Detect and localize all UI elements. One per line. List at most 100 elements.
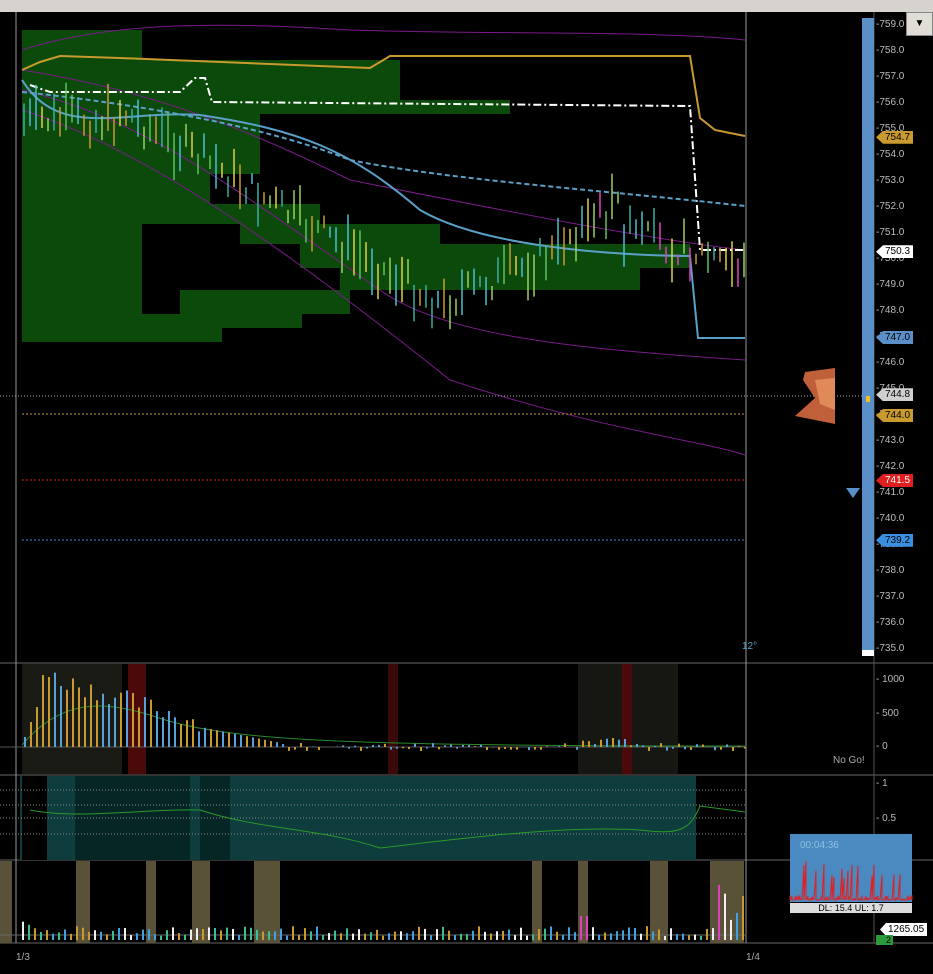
oscillator-bar	[36, 707, 38, 747]
oscillator-bar	[720, 747, 722, 750]
oscillator-bar	[378, 744, 380, 747]
oscillator-bar	[240, 735, 242, 747]
price-marker: 750.3	[876, 245, 914, 259]
volume-bar	[334, 930, 336, 940]
oscillator-bar	[468, 745, 470, 747]
oscillator-bar	[150, 699, 152, 747]
oscillator-bar	[462, 744, 464, 747]
volume-bar	[166, 930, 168, 940]
oscillator-bar	[162, 717, 164, 747]
oscillator-tick: - 500	[876, 708, 899, 719]
oscillator-bar	[390, 747, 392, 750]
volume-bar	[652, 931, 654, 940]
oscillator-bar	[678, 743, 680, 747]
volume-bar	[208, 927, 210, 940]
oscillator-bar	[528, 747, 530, 751]
volume-bar	[640, 933, 642, 940]
oscillator-bar	[600, 739, 602, 747]
volume-bar	[484, 931, 486, 940]
volume-bar	[598, 934, 600, 940]
volume-bar	[538, 929, 540, 940]
oscillator-bar	[420, 747, 422, 751]
oscillator-bar	[276, 742, 278, 747]
oscillator-bar	[354, 745, 356, 747]
oscillator-bar	[168, 710, 170, 747]
volume-bar	[496, 931, 498, 940]
oscillator-bar	[174, 717, 176, 747]
oscillator-bar	[498, 747, 500, 750]
price-tick: -759.0	[876, 19, 905, 30]
oscillator-bar	[414, 743, 416, 747]
oscillator-bar	[504, 747, 506, 749]
price-tick: -749.0	[876, 279, 905, 290]
volume-bar	[394, 931, 396, 940]
oscillator-bar	[456, 747, 458, 749]
volume-bar	[556, 931, 558, 940]
volume-bar	[268, 931, 270, 940]
volume-bar	[580, 916, 582, 940]
volume-bar	[670, 928, 672, 940]
volume-bar	[22, 921, 24, 940]
oscillator-tick: - 0	[876, 741, 888, 752]
oscillator-bar	[642, 745, 644, 747]
volume-bar	[304, 928, 306, 940]
volume-bar	[190, 929, 192, 940]
volume-bar	[634, 927, 636, 940]
oscillator-bar	[384, 743, 386, 747]
volume-bar	[616, 931, 618, 940]
price-tick: -738.0	[876, 565, 905, 576]
volume-bar	[532, 934, 534, 940]
oscillator-bar	[294, 747, 296, 750]
volume-bar	[574, 932, 576, 940]
chart-canvas[interactable]	[0, 0, 933, 974]
scroll-down-icon[interactable]	[846, 488, 860, 498]
oscillator-bar	[54, 672, 56, 747]
oscillator-bar	[270, 741, 272, 747]
price-scrollbar[interactable]	[862, 18, 874, 656]
volume-bar	[676, 934, 678, 940]
oscillator-bar	[84, 697, 86, 747]
oscillator-bar	[156, 711, 158, 747]
volume-bar	[34, 928, 36, 940]
oscillator-bar	[126, 690, 128, 747]
volume-bar	[52, 933, 54, 940]
volume-bar	[646, 926, 648, 940]
volume-bar	[700, 935, 702, 940]
volume-bar	[328, 933, 330, 940]
volume-bar	[250, 927, 252, 940]
oscillator-bar	[474, 746, 476, 747]
oscillator-bar	[660, 743, 662, 747]
volume-bar	[376, 929, 378, 940]
elapsed-timer: 00:04:36	[800, 840, 839, 851]
oscillator-bar	[24, 737, 26, 747]
volume-bar	[586, 916, 588, 940]
volume-bar	[712, 928, 714, 940]
volume-bar	[526, 935, 528, 940]
price-tick: -751.0	[876, 227, 905, 238]
volume-bar	[154, 934, 156, 940]
price-tick: -735.0	[876, 643, 905, 654]
volume-bar	[226, 927, 228, 940]
volume-bar	[130, 935, 132, 940]
volume-profile	[22, 30, 690, 342]
oscillator-bar	[96, 700, 98, 747]
volume-bar	[592, 927, 594, 940]
volume-bar	[544, 928, 546, 940]
oscillator-bar	[402, 747, 404, 749]
price-marker: 741.5	[876, 474, 914, 487]
volume-bar	[40, 932, 42, 940]
volume-bar	[568, 927, 570, 940]
price-tick: -753.0	[876, 175, 905, 186]
oscillator-bar	[66, 689, 68, 747]
volume-bar	[196, 928, 198, 940]
oscillator-bar	[114, 697, 116, 747]
oscillator-bar	[540, 747, 542, 750]
volume-bar	[514, 935, 516, 940]
volume-bar	[388, 933, 390, 940]
oscillator-bar	[216, 730, 218, 747]
oscillator-bar	[48, 677, 50, 747]
volume-bar	[436, 929, 438, 940]
volume-bar	[118, 927, 120, 940]
volume-bar	[400, 931, 402, 940]
oscillator-bar	[450, 744, 452, 747]
